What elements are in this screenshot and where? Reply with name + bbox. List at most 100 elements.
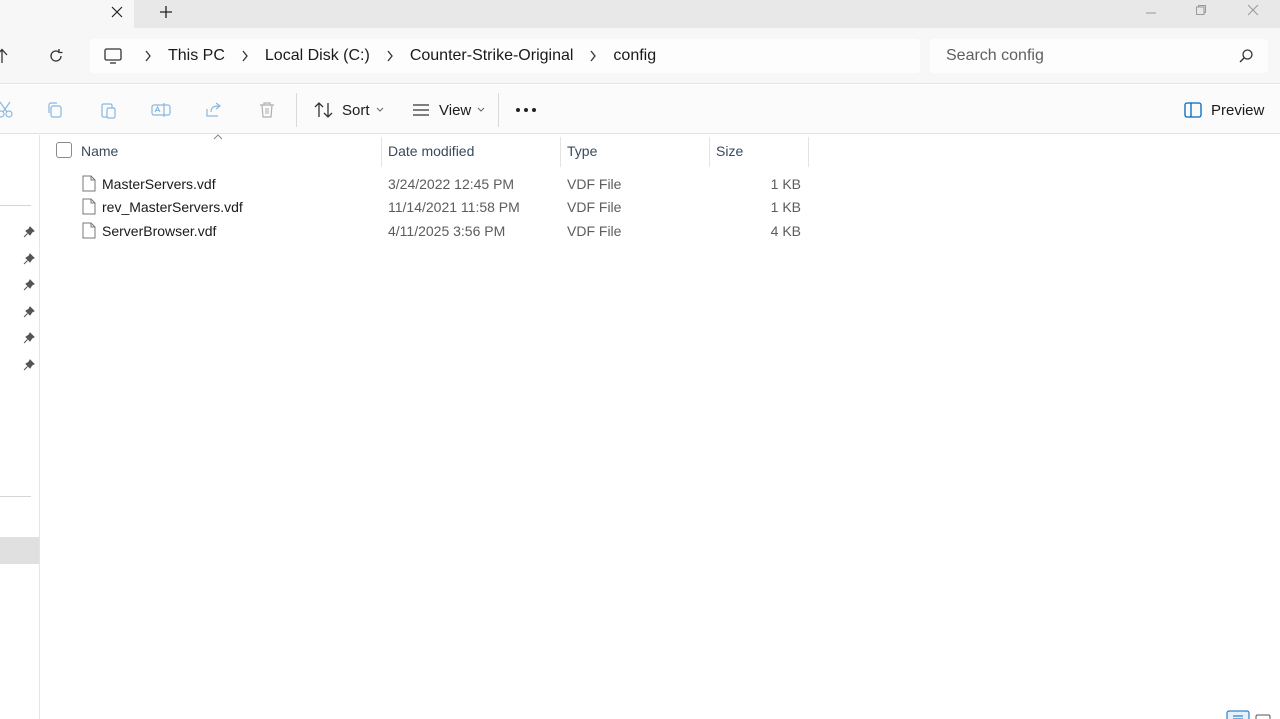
file-icon <box>82 175 96 192</box>
paste-button[interactable] <box>97 99 119 121</box>
column-name[interactable]: Name <box>81 143 118 159</box>
chevron-right-icon[interactable] <box>376 45 404 67</box>
close-icon <box>1247 4 1259 16</box>
breadcrumb-counter-strike[interactable]: Counter-Strike-Original <box>404 47 580 65</box>
file-type: VDF File <box>567 223 622 239</box>
close-window-button[interactable] <box>1230 0 1276 20</box>
breadcrumb[interactable]: This PC Local Disk (C:) Counter-Strike-O… <box>90 39 920 73</box>
sort-icon <box>314 100 334 120</box>
breadcrumb-config[interactable]: config <box>607 47 662 65</box>
file-date-modified: 11/14/2021 11:58 PM <box>388 199 520 215</box>
copy-icon <box>48 102 62 118</box>
chevron-down-icon <box>376 107 384 113</box>
rename-button[interactable] <box>150 99 172 121</box>
share-button[interactable] <box>203 99 225 121</box>
sort-label: Sort <box>342 101 370 119</box>
divider <box>0 205 31 206</box>
preview-button[interactable]: Preview <box>1183 97 1264 123</box>
file-list: Name Date modified Type Size MasterServe… <box>41 134 1280 719</box>
file-icon <box>82 222 96 239</box>
restore-icon <box>1196 5 1206 15</box>
refresh-button[interactable] <box>44 44 68 68</box>
scissors-icon <box>0 101 13 118</box>
preview-label: Preview <box>1211 101 1265 119</box>
column-date-modified[interactable]: Date modified <box>388 143 474 159</box>
divider <box>498 93 499 127</box>
chevron-right-icon[interactable] <box>134 45 162 67</box>
details-view-button[interactable] <box>1226 710 1250 719</box>
refresh-icon <box>50 49 63 62</box>
breadcrumb-this-pc[interactable]: This PC <box>162 47 231 65</box>
rename-icon <box>151 103 171 117</box>
file-name[interactable]: MasterServers.vdf <box>102 176 216 192</box>
pin-icon[interactable] <box>22 252 36 266</box>
plus-icon <box>160 6 172 18</box>
file-row[interactable]: ServerBrowser.vdf 4/11/2025 3:56 PM VDF … <box>41 220 811 243</box>
column-divider[interactable] <box>381 137 382 167</box>
search-box[interactable]: Search config <box>930 39 1268 73</box>
this-pc-icon[interactable] <box>102 45 124 67</box>
view-button[interactable]: View <box>411 97 485 123</box>
file-name[interactable]: rev_MasterServers.vdf <box>102 199 243 215</box>
sort-button[interactable]: Sort <box>314 97 384 123</box>
clipboard-icon <box>101 103 116 119</box>
file-type: VDF File <box>567 176 622 192</box>
pin-icon[interactable] <box>22 225 36 239</box>
column-size[interactable]: Size <box>716 143 743 159</box>
file-row[interactable]: MasterServers.vdf 3/24/2022 12:45 PM VDF… <box>41 173 811 196</box>
close-tab-button[interactable] <box>106 1 128 23</box>
delete-button[interactable] <box>256 99 278 121</box>
chevron-down-icon <box>477 107 485 113</box>
up-button[interactable] <box>0 44 12 68</box>
cut-button[interactable] <box>0 99 16 121</box>
share-icon <box>206 102 221 117</box>
minimize-icon <box>1146 12 1156 14</box>
command-bar: Sort View Preview <box>0 85 1280 134</box>
view-toggles <box>1226 708 1280 719</box>
new-tab-button[interactable] <box>155 1 177 23</box>
view-list-icon <box>411 100 431 120</box>
minimize-button[interactable] <box>1128 0 1174 20</box>
tab-config[interactable] <box>0 0 134 28</box>
file-icon <box>82 198 96 215</box>
search-input[interactable]: Search config <box>946 47 1044 65</box>
title-bar <box>0 0 1280 28</box>
column-divider[interactable] <box>709 137 710 167</box>
view-label: View <box>439 101 472 119</box>
more-options-button[interactable] <box>515 97 537 123</box>
nav-item-selected[interactable] <box>0 537 39 564</box>
file-size: 4 KB <box>770 223 801 239</box>
copy-button[interactable] <box>44 99 66 121</box>
navigation-pane[interactable] <box>0 135 40 719</box>
pin-icon[interactable] <box>22 278 36 292</box>
file-size: 1 KB <box>770 199 801 215</box>
restore-button[interactable] <box>1178 0 1224 20</box>
column-divider[interactable] <box>808 137 809 167</box>
file-type: VDF File <box>567 199 622 215</box>
more-icon <box>516 108 536 112</box>
close-icon <box>111 6 123 18</box>
file-size: 1 KB <box>770 176 801 192</box>
column-type[interactable]: Type <box>567 143 597 159</box>
divider <box>0 496 31 497</box>
arrow-up-icon <box>0 48 8 63</box>
select-all-checkbox[interactable] <box>56 142 72 158</box>
divider <box>296 93 297 127</box>
breadcrumb-local-disk[interactable]: Local Disk (C:) <box>259 47 376 65</box>
column-divider[interactable] <box>560 137 561 167</box>
search-icon[interactable] <box>1238 48 1254 64</box>
pin-icon[interactable] <box>22 305 36 319</box>
file-date-modified: 3/24/2022 12:45 PM <box>388 176 515 192</box>
file-name[interactable]: ServerBrowser.vdf <box>102 223 216 239</box>
file-row[interactable]: rev_MasterServers.vdf 11/14/2021 11:58 P… <box>41 196 811 219</box>
address-bar-row: This PC Local Disk (C:) Counter-Strike-O… <box>0 28 1280 84</box>
pin-icon[interactable] <box>22 331 36 345</box>
sort-ascending-icon <box>213 134 223 140</box>
chevron-right-icon[interactable] <box>231 45 259 67</box>
pin-icon[interactable] <box>22 358 36 372</box>
column-header-row: Name Date modified Type Size <box>41 134 811 167</box>
tiles-view-button[interactable] <box>1255 714 1271 719</box>
preview-pane-icon <box>1183 100 1203 120</box>
chevron-right-icon[interactable] <box>579 45 607 67</box>
file-date-modified: 4/11/2025 3:56 PM <box>388 223 506 239</box>
